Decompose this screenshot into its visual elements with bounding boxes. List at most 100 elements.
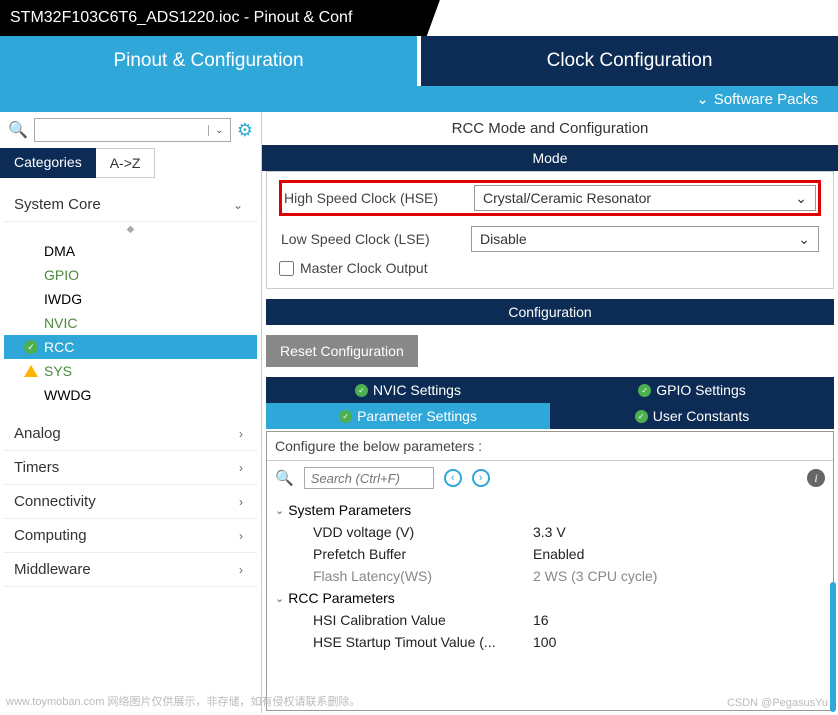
tab-label: GPIO Settings: [656, 382, 745, 398]
peripheral-tree: System Core ⌄ ◆ DMA GPIO IWDG NVIC ✓ RCC…: [0, 178, 261, 713]
chevron-down-icon: ⌄: [795, 190, 807, 207]
prev-button[interactable]: ‹: [444, 469, 462, 487]
param-key: Flash Latency(WS): [313, 568, 533, 584]
group-label: Computing: [14, 527, 87, 544]
software-packs-label: Software Packs: [714, 91, 818, 108]
group-label: RCC Parameters: [288, 590, 395, 606]
hse-value: Crystal/Ceramic Resonator: [483, 190, 651, 206]
check-icon: ✓: [638, 384, 651, 397]
hse-label: High Speed Clock (HSE): [284, 190, 474, 206]
param-row[interactable]: HSE Startup Timout Value (... 100: [275, 631, 825, 653]
next-button[interactable]: ›: [472, 469, 490, 487]
chevron-down-icon: ⌄: [696, 90, 709, 108]
left-panel: 🔍 ⌄ ⚙ Categories A->Z System Core ⌄ ◆ DM…: [0, 112, 262, 713]
tab-az[interactable]: A->Z: [96, 148, 156, 178]
check-icon: ✓: [635, 410, 648, 423]
tab-clock[interactable]: Clock Configuration: [421, 36, 838, 86]
chevron-right-icon: ›: [239, 495, 243, 509]
tab-pinout[interactable]: Pinout & Configuration: [0, 36, 417, 86]
hse-select[interactable]: Crystal/Ceramic Resonator ⌄: [474, 185, 816, 211]
param-key: HSI Calibration Value: [313, 612, 533, 628]
param-key: VDD voltage (V): [313, 524, 533, 540]
scroll-handle-icon[interactable]: ◆: [4, 222, 257, 237]
search-dropdown-icon[interactable]: ⌄: [208, 125, 230, 136]
group-system-parameters[interactable]: ⌄ System Parameters: [275, 499, 825, 521]
search-icon[interactable]: 🔍: [275, 469, 294, 487]
param-key: Prefetch Buffer: [313, 546, 533, 562]
chevron-right-icon: ›: [239, 461, 243, 475]
chevron-right-icon: ›: [239, 563, 243, 577]
window-title-bar: STM32F103C6T6_ADS1220.ioc - Pinout & Con…: [0, 0, 838, 36]
mode-header: Mode: [262, 145, 838, 171]
gear-icon[interactable]: ⚙: [237, 120, 253, 141]
tab-parameter-settings[interactable]: ✓ Parameter Settings: [266, 403, 550, 429]
param-hint: Configure the below parameters :: [267, 432, 833, 461]
tab-label: User Constants: [653, 408, 749, 424]
lse-select[interactable]: Disable ⌄: [471, 226, 819, 252]
group-label: Timers: [14, 459, 59, 476]
lse-label: Low Speed Clock (LSE): [281, 231, 471, 247]
param-value: Enabled: [533, 546, 584, 562]
category-search-input[interactable]: [35, 121, 208, 139]
expand-icon: ⌄: [275, 504, 284, 517]
group-middleware[interactable]: Middleware ›: [4, 553, 257, 587]
param-row[interactable]: VDD voltage (V) 3.3 V: [275, 521, 825, 543]
tab-gpio-settings[interactable]: ✓ GPIO Settings: [550, 377, 834, 403]
master-clock-checkbox[interactable]: [279, 261, 294, 276]
group-label: System Parameters: [288, 502, 411, 518]
param-key: HSE Startup Timout Value (...: [313, 634, 533, 650]
tab-categories[interactable]: Categories: [0, 148, 96, 178]
param-value: 100: [533, 634, 556, 650]
item-sys[interactable]: SYS: [4, 359, 257, 383]
group-computing[interactable]: Computing ›: [4, 519, 257, 553]
tab-nvic-settings[interactable]: ✓ NVIC Settings: [266, 377, 550, 403]
chevron-right-icon: ›: [239, 427, 243, 441]
check-icon: ✓: [355, 384, 368, 397]
group-connectivity[interactable]: Connectivity ›: [4, 485, 257, 519]
group-rcc-parameters[interactable]: ⌄ RCC Parameters: [275, 587, 825, 609]
group-label: Analog: [14, 425, 61, 442]
info-icon[interactable]: i: [807, 469, 825, 487]
check-circle-icon: ✓: [24, 340, 38, 354]
tab-label: Parameter Settings: [357, 408, 477, 424]
warning-icon: [24, 365, 38, 377]
scrollbar-thumb[interactable]: [830, 582, 836, 712]
lse-value: Disable: [480, 231, 527, 247]
watermark-left: www.toymoban.com 网络图片仅供展示，非存储，如有侵权请联系删除。: [6, 693, 360, 709]
item-wwdg[interactable]: WWDG: [4, 383, 257, 407]
group-label: System Core: [14, 196, 101, 213]
reset-config-button[interactable]: Reset Configuration: [266, 335, 418, 367]
window-title: STM32F103C6T6_ADS1220.ioc - Pinout & Con…: [10, 9, 352, 27]
tab-user-constants[interactable]: ✓ User Constants: [550, 403, 834, 429]
main-tabs: Pinout & Configuration Clock Configurati…: [0, 36, 838, 86]
param-search-input[interactable]: [304, 467, 434, 489]
param-row[interactable]: Prefetch Buffer Enabled: [275, 543, 825, 565]
item-gpio[interactable]: GPIO: [4, 263, 257, 287]
software-packs-bar[interactable]: ⌄ Software Packs: [0, 86, 838, 112]
check-icon: ✓: [339, 410, 352, 423]
chevron-down-icon: ⌄: [798, 231, 810, 248]
group-timers[interactable]: Timers ›: [4, 451, 257, 485]
category-search[interactable]: ⌄: [34, 118, 231, 142]
master-clock-label: Master Clock Output: [300, 260, 428, 276]
group-label: Connectivity: [14, 493, 96, 510]
chevron-down-icon: ⌄: [233, 198, 243, 212]
tab-label: NVIC Settings: [373, 382, 461, 398]
param-row[interactable]: HSI Calibration Value 16: [275, 609, 825, 631]
item-nvic[interactable]: NVIC: [4, 311, 257, 335]
search-icon[interactable]: 🔍: [8, 120, 28, 140]
param-value: 2 WS (3 CPU cycle): [533, 568, 657, 584]
item-iwdg[interactable]: IWDG: [4, 287, 257, 311]
panel-title: RCC Mode and Configuration: [262, 112, 838, 145]
param-value: 16: [533, 612, 549, 628]
group-system-core[interactable]: System Core ⌄: [4, 188, 257, 222]
item-rcc[interactable]: ✓ RCC: [4, 335, 257, 359]
watermark-right: CSDN @PegasusYu: [727, 697, 828, 709]
group-label: Middleware: [14, 561, 91, 578]
config-header: Configuration: [266, 299, 834, 325]
group-analog[interactable]: Analog ›: [4, 417, 257, 451]
expand-icon: ⌄: [275, 592, 284, 605]
item-dma[interactable]: DMA: [4, 239, 257, 263]
chevron-right-icon: ›: [239, 529, 243, 543]
item-label: SYS: [44, 363, 72, 379]
